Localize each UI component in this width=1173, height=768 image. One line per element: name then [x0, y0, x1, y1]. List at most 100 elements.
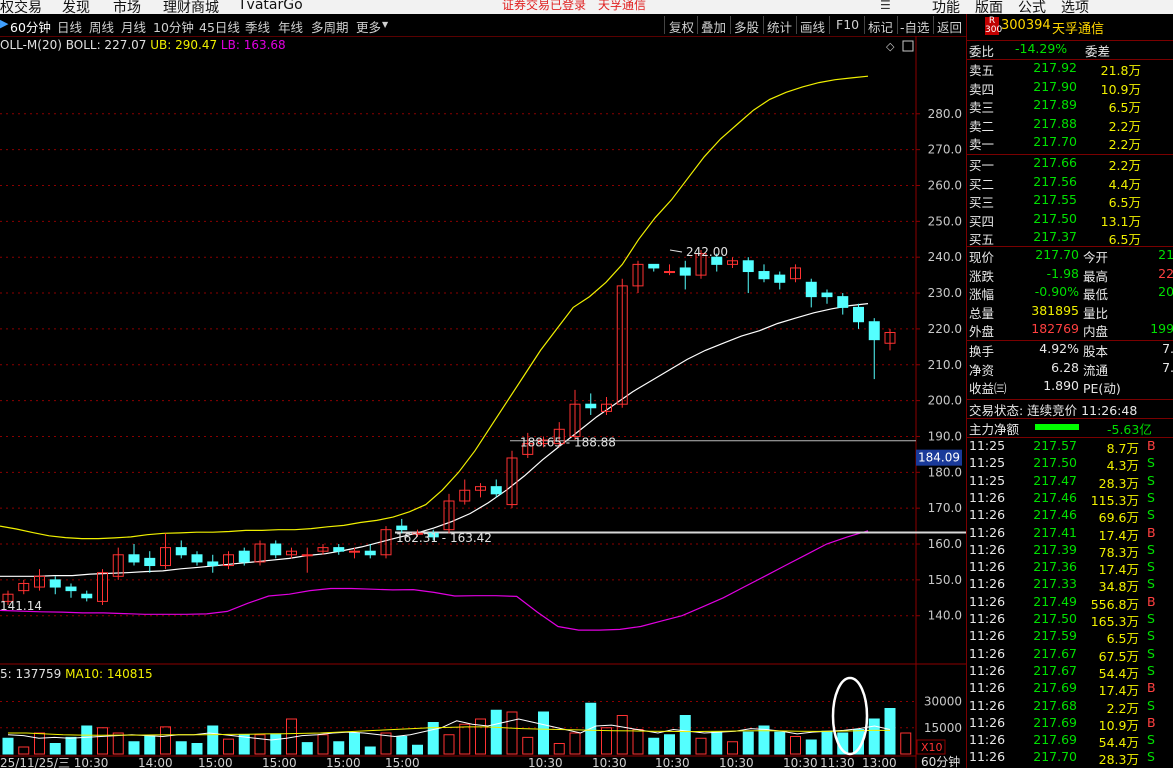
- menu-item-options[interactable]: 选项: [1061, 0, 1089, 14]
- tick-volume: 54.4万: [1098, 665, 1139, 681]
- tool-back-button[interactable]: 返回: [937, 17, 962, 36]
- tool-watchlist-button[interactable]: -自选: [900, 17, 930, 36]
- price-tick-label: 210.0: [928, 358, 962, 372]
- volume-bar: [2, 737, 14, 755]
- period-week[interactable]: 周线: [89, 17, 114, 36]
- stat-value: -0.90%: [1034, 284, 1079, 299]
- tool-overlay-button[interactable]: 叠加: [701, 17, 726, 36]
- menu-bar: 权交易 发现 市场 理财商城 TvatarGo 证券交易已登录 天孚通信 ☰ 功…: [0, 0, 1173, 14]
- volume-bar: [616, 715, 628, 755]
- tick-price: 217.69: [1033, 714, 1077, 730]
- price-annotation: 162.31 - 163.42: [396, 531, 492, 545]
- menu-item-formula[interactable]: 公式: [1018, 0, 1046, 14]
- tick-price: 217.70: [1033, 749, 1077, 765]
- tool-fuquan-button[interactable]: 复权: [669, 17, 694, 36]
- candle-body: [758, 271, 770, 280]
- period-year[interactable]: 年线: [278, 17, 303, 36]
- period-10min[interactable]: 10分钟: [153, 17, 194, 36]
- menu-item-discover[interactable]: 发现: [62, 0, 90, 14]
- time-axis-label: 25/11/25/三 10:30: [0, 756, 108, 768]
- menu-item-tvatargo[interactable]: TvatarGo: [238, 0, 303, 13]
- volume-bar: [160, 726, 171, 755]
- mainflow-value: -5.63亿: [1107, 422, 1152, 437]
- period-60min[interactable]: 60分钟: [10, 17, 51, 36]
- candle-body: [821, 292, 833, 298]
- weibi-label: 委比: [969, 44, 995, 59]
- tick-price: 217.33: [1033, 576, 1077, 592]
- period-quarter[interactable]: 季线: [245, 17, 270, 36]
- tool-mark-button[interactable]: 标记: [868, 17, 893, 36]
- stat-label: 总量: [969, 305, 995, 321]
- period-month[interactable]: 月线: [121, 17, 146, 36]
- quote-panel: R 300 300394 天孚通信 委比 -14.29% 委差 卖五 217.92 2…: [966, 14, 1173, 768]
- tick-price: 217.47: [1033, 472, 1077, 488]
- volume-bar: [648, 737, 660, 755]
- period-more[interactable]: 更多: [356, 17, 381, 36]
- tool-draw-button[interactable]: 画线: [800, 17, 825, 36]
- volume-bar: [538, 711, 549, 755]
- tick-side: S: [1147, 507, 1155, 523]
- tick-time: 11:26: [969, 576, 1006, 592]
- period-day[interactable]: 日线: [57, 17, 82, 36]
- menu-item-function[interactable]: 功能: [932, 0, 960, 14]
- volume-bar: [34, 732, 45, 755]
- candle-body: [333, 547, 345, 552]
- volume-bar: [254, 734, 266, 755]
- ask-volume: 2.2万: [1108, 137, 1141, 152]
- price-tick-label: 180.0: [928, 465, 962, 479]
- menu-item-trade[interactable]: 权交易: [0, 0, 42, 14]
- candle-body: [191, 554, 203, 563]
- volume-bar: [790, 736, 801, 755]
- ask-volume: 2.2万: [1108, 118, 1141, 134]
- price-chart[interactable]: 140.0 150.0 160.0 170.0 180.0 190.0 200.0 210.0…: [0, 36, 966, 768]
- price-tick-label: 190.0: [928, 429, 962, 443]
- volume-bar: [664, 734, 675, 755]
- price-tick-label: 140.0: [928, 609, 962, 623]
- menu-item-wealth-mall[interactable]: 理财商城: [163, 0, 219, 14]
- menu-item-layout[interactable]: 版面: [975, 0, 1003, 14]
- volume-bar: [758, 725, 770, 755]
- candle-body: [853, 306, 864, 323]
- period-45day[interactable]: 45日线: [199, 17, 240, 36]
- volume-bar: [727, 741, 738, 755]
- menu-icon[interactable]: ☰: [880, 0, 891, 12]
- tick-volume: 4.3万: [1106, 458, 1139, 474]
- candle-body: [774, 274, 786, 283]
- play-icon[interactable]: ▶: [0, 17, 8, 30]
- tick-volume: 28.3万: [1098, 475, 1139, 491]
- stat-value: 8: [1132, 378, 1173, 393]
- bollinger-bands: [0, 75, 966, 631]
- toolbar-divider: [730, 16, 731, 34]
- tick-price: 217.59: [1033, 628, 1077, 644]
- tick-side: B: [1147, 593, 1156, 609]
- tick-price: 217.49: [1033, 593, 1077, 609]
- toolbar-divider: [763, 16, 764, 34]
- ask-price: 217.92: [1033, 60, 1077, 75]
- bid-volume: 4.4万: [1108, 176, 1141, 192]
- tool-multistock-button[interactable]: 多股: [734, 17, 759, 36]
- stat-value: 1.890: [1043, 378, 1079, 393]
- tick-price: 217.39: [1033, 541, 1077, 557]
- tool-stats-button[interactable]: 统计: [767, 17, 792, 36]
- stat-value: 4.92%: [1039, 341, 1079, 356]
- tick-row: 11:26 217.46 69.6万 S: [967, 507, 1173, 525]
- volume-bars: [2, 702, 912, 755]
- chart-grid: [0, 36, 966, 768]
- volume-bar: [506, 711, 518, 755]
- menu-item-market[interactable]: 市场: [113, 0, 141, 14]
- volume-bar: [317, 734, 329, 755]
- bid-row: 买四 217.50 13.1万: [967, 211, 1173, 229]
- tick-volume: 28.3万: [1098, 752, 1139, 768]
- volume-bar: [601, 727, 612, 755]
- tick-price: 217.69: [1033, 732, 1077, 748]
- bid-row: 买三 217.55 6.5万: [967, 192, 1173, 210]
- tick-time: 11:26: [969, 524, 1006, 540]
- tick-volume: 165.3万: [1090, 614, 1139, 629]
- chart-labels: 242.00 188.65 - 188.88 162.31 - 163.42 141.…: [0, 38, 914, 768]
- stat-row: 收益㈢ 1.890 PE(动) 8: [967, 378, 1173, 396]
- tick-price: 217.69: [1033, 680, 1077, 696]
- chevron-down-icon[interactable]: ▼: [382, 20, 388, 29]
- tool-f10-button[interactable]: F10: [836, 17, 859, 32]
- period-multi[interactable]: 多周期: [311, 17, 349, 36]
- bid-volume: 6.5万: [1108, 195, 1141, 210]
